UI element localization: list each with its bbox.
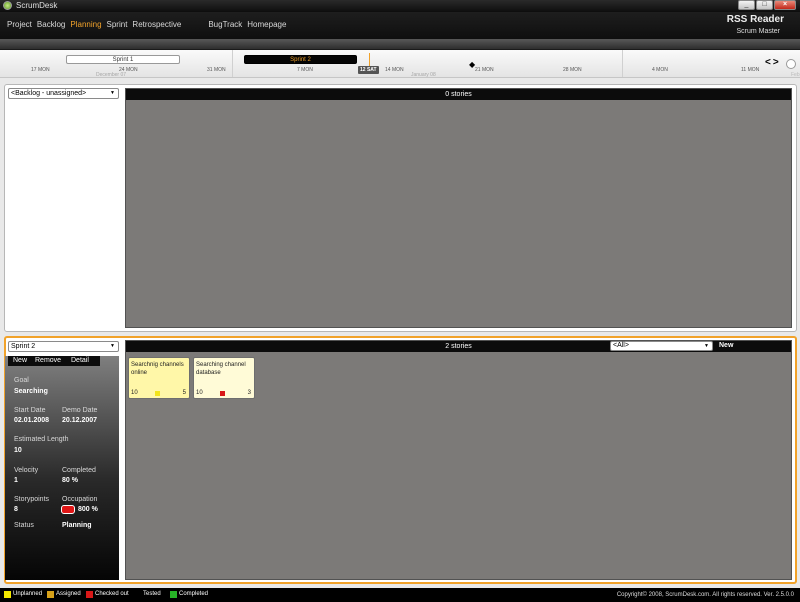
backlog-stories-header: 0 stories xyxy=(126,89,791,100)
story-card-title: Searching channel database xyxy=(196,362,246,376)
story-filter-value: <All> xyxy=(613,342,629,349)
story-card[interactable]: Searchnig channels online 10 5 xyxy=(128,357,190,399)
sprint-selector-value: Sprint 2 xyxy=(11,343,36,350)
new-story-button[interactable]: New xyxy=(719,342,733,349)
copyright-text: Copyright© 2008, ScrumDesk.com. All righ… xyxy=(616,592,794,598)
backlog-stories-area[interactable]: 0 stories xyxy=(125,88,792,328)
menu-item-sprint[interactable]: Sprint xyxy=(107,20,128,29)
timeline-nav-arrows[interactable]: <> xyxy=(765,57,781,68)
chevron-down-icon: ▼ xyxy=(110,90,115,96)
completed-label: Completed xyxy=(62,467,96,474)
menu-item-bugtrack[interactable]: BugTrack xyxy=(208,20,242,29)
completed-value: 80 % xyxy=(62,477,78,484)
window-controls: _ □ × xyxy=(738,0,796,10)
app-logo-icon xyxy=(3,1,12,10)
timeline-day: 14 MON xyxy=(385,67,404,73)
sprint-selector[interactable]: Sprint 2 ▼ xyxy=(8,341,119,352)
menu-item-backlog[interactable]: Backlog xyxy=(37,20,65,29)
status-value: Planning xyxy=(62,522,92,529)
chevron-down-icon: ▼ xyxy=(704,343,709,349)
sprint-stories-count: 2 stories xyxy=(445,343,472,350)
legend-swatch-unplanned xyxy=(4,591,11,598)
week-separator xyxy=(622,50,623,77)
timeline-sprint-1[interactable]: Sprint 1 xyxy=(66,55,180,64)
menu-item-planning[interactable]: Planning xyxy=(70,20,101,29)
story-card-points: 10 xyxy=(131,390,138,396)
sprint-toolbar: New Remove Detail xyxy=(8,356,100,366)
minimize-button[interactable]: _ xyxy=(738,0,755,10)
storypoints-value: 8 xyxy=(14,506,18,513)
timeline-day: 7 MON xyxy=(297,67,313,73)
velocity-label: Velocity xyxy=(14,467,39,474)
sprint-timeline[interactable]: Sprint 1 Sprint 2 17 MON 24 MON 31 MON 7… xyxy=(0,50,800,78)
timeline-day: 11 MON xyxy=(741,67,760,73)
main-menu: Project Backlog Planning Sprint Retrospe… xyxy=(7,20,291,29)
goal-value: Searching xyxy=(14,388,48,395)
backlog-selector-value: <Backlog - unassigned> xyxy=(11,90,87,97)
legend-tested: Tested xyxy=(143,591,161,597)
story-filter-select[interactable]: <All> ▼ xyxy=(610,341,713,351)
start-date-value: 02.01.2008 xyxy=(14,417,50,424)
status-bar: Unplanned Assigned Checked out Tested Co… xyxy=(0,588,800,602)
storypoints-label: Storypoints xyxy=(14,496,50,503)
legend-assigned: Assigned xyxy=(56,591,81,597)
legend-swatch-checked-out xyxy=(86,591,93,598)
story-status-indicator xyxy=(155,391,160,396)
menu-item-project[interactable]: Project xyxy=(7,20,32,29)
timeline-today: 12 SAT xyxy=(358,66,379,74)
timeline-sprint-2[interactable]: Sprint 2 xyxy=(244,55,357,64)
backlog-selector[interactable]: <Backlog - unassigned> ▼ xyxy=(8,88,119,99)
timeline-month: January 08 xyxy=(411,72,436,78)
menu-item-homepage[interactable]: Homepage xyxy=(247,20,286,29)
occupation-value: 800 % xyxy=(78,506,98,513)
story-card-points: 10 xyxy=(196,390,203,396)
legend-checked-out: Checked out xyxy=(95,591,129,597)
demo-date-value: 20.12.2007 xyxy=(62,417,98,424)
occupation-warning-indicator xyxy=(61,505,75,514)
timeline-day: 28 MON xyxy=(563,67,582,73)
timeline-day: 21 MON xyxy=(475,67,494,73)
maximize-button[interactable]: □ xyxy=(756,0,773,10)
timeline-day: 31 MON xyxy=(207,67,226,73)
legend-swatch-tested xyxy=(134,591,141,598)
milestone-diamond-icon: ◆ xyxy=(469,60,476,69)
story-card-priority: 5 xyxy=(182,390,186,396)
menu-item-retrospective[interactable]: Retrospective xyxy=(132,20,181,29)
story-card-priority: 3 xyxy=(247,390,251,396)
goal-label: Goal xyxy=(14,377,29,384)
timeline-day: 17 MON xyxy=(31,67,50,73)
timeline-month: Feb xyxy=(791,72,800,78)
story-card[interactable]: Searching channel database 10 3 xyxy=(193,357,255,399)
timeline-zoom-icon[interactable] xyxy=(786,59,796,69)
status-label: Status xyxy=(14,522,34,529)
detail-sprint-button[interactable]: Detail xyxy=(71,356,89,366)
legend-unplanned: Unplanned xyxy=(13,591,43,597)
legend-swatch-assigned xyxy=(47,591,54,598)
window-title: ScrumDesk xyxy=(16,1,58,10)
menu-bar: Project Backlog Planning Sprint Retrospe… xyxy=(0,12,800,39)
project-name: RSS Reader xyxy=(726,14,784,25)
story-status-indicator xyxy=(220,391,225,396)
velocity-value: 1 xyxy=(14,477,18,484)
start-date-label: Start Date xyxy=(14,407,46,414)
legend-completed: Completed xyxy=(179,591,209,597)
story-card-title: Searchnig channels online xyxy=(131,362,184,376)
timeline-header xyxy=(0,39,800,50)
timeline-day: 4 MON xyxy=(652,67,668,73)
close-button[interactable]: × xyxy=(774,0,796,10)
remove-sprint-button[interactable]: Remove xyxy=(35,356,61,366)
occupation-label: Occupation xyxy=(62,496,98,503)
legend-swatch-completed xyxy=(170,591,177,598)
estimated-length-label: Estimated Length xyxy=(14,436,69,443)
user-role: Scrum Master xyxy=(736,28,780,35)
title-bar: ScrumDesk _ □ × xyxy=(0,0,800,12)
estimated-length-value: 10 xyxy=(14,447,22,454)
new-sprint-button[interactable]: New xyxy=(13,356,27,366)
timeline-month: December 07 xyxy=(96,72,127,78)
demo-date-label: Demo Date xyxy=(62,407,98,414)
chevron-down-icon: ▼ xyxy=(110,343,115,349)
week-separator xyxy=(232,50,233,77)
